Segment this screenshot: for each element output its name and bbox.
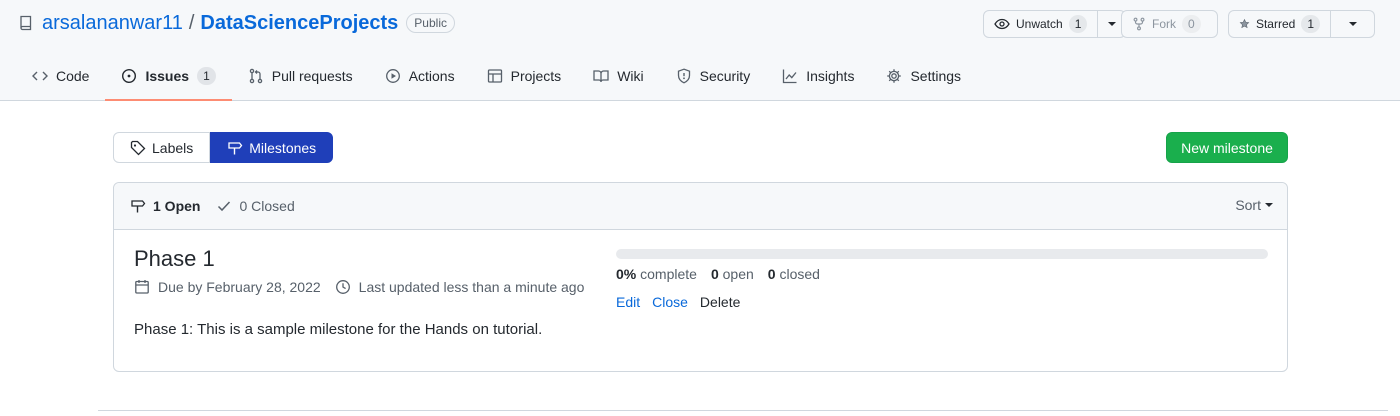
fork-button-group: Fork 0 bbox=[1121, 10, 1218, 38]
closed-label: closed bbox=[779, 266, 820, 282]
open-count-label: 1 Open bbox=[153, 198, 201, 214]
forks-count: 0 bbox=[1182, 15, 1201, 33]
star-lists-dropdown[interactable] bbox=[1331, 10, 1375, 38]
tab-label: Code bbox=[56, 68, 90, 84]
edit-milestone-link[interactable]: Edit bbox=[616, 294, 640, 310]
sort-label: Sort bbox=[1235, 197, 1261, 213]
star-button-group: Starred 1 bbox=[1228, 10, 1375, 38]
milestone-icon bbox=[228, 141, 243, 154]
last-updated-text: Last updated less than a minute ago bbox=[358, 279, 585, 295]
tab-wiki[interactable]: Wiki bbox=[577, 52, 659, 100]
closed-issues-count: 0 bbox=[767, 266, 776, 282]
open-milestones-filter[interactable]: 1 Open bbox=[130, 198, 200, 214]
milestone-last-updated: Last updated less than a minute ago bbox=[335, 279, 585, 295]
repo-forked-icon bbox=[1133, 17, 1145, 31]
milestone-actions: Edit Close Delete bbox=[616, 294, 740, 310]
clock-icon bbox=[335, 280, 350, 294]
tab-label: Projects bbox=[510, 68, 562, 84]
chevron-down-icon bbox=[1348, 22, 1357, 26]
milestone-meta: Due by February 28, 2022 Last updated le… bbox=[134, 279, 598, 295]
starred-label: Starred bbox=[1255, 17, 1296, 31]
milestones-label: Milestones bbox=[249, 139, 317, 156]
tab-label: Insights bbox=[806, 68, 855, 84]
shield-icon bbox=[677, 68, 690, 84]
issues-count: 1 bbox=[197, 67, 216, 85]
milestone-title[interactable]: Phase 1 bbox=[134, 246, 215, 272]
milestone-description: Phase 1: This is a sample milestone for … bbox=[134, 321, 543, 338]
milestones-list: 1 Open 0 Closed Sort Phase 1 Due by Febr… bbox=[113, 182, 1288, 372]
milestone-due-date: Due by February 28, 2022 bbox=[134, 279, 321, 295]
tab-label: Issues bbox=[145, 68, 190, 84]
labels-label: Labels bbox=[152, 139, 194, 156]
tab-label: Wiki bbox=[617, 68, 644, 84]
watch-button-group: Unwatch 1 bbox=[983, 10, 1127, 38]
watchers-count: 1 bbox=[1068, 15, 1088, 33]
repo-header: arsalananwar11 / DataScienceProjects Pub… bbox=[0, 0, 1400, 101]
star-icon bbox=[1239, 18, 1250, 29]
tab-settings[interactable]: Settings bbox=[870, 52, 977, 100]
tab-label: Actions bbox=[408, 68, 455, 84]
issue-opened-icon bbox=[122, 68, 137, 84]
git-pull-request-icon bbox=[249, 68, 262, 84]
percent-complete: 0% complete bbox=[616, 266, 697, 282]
tab-insights[interactable]: Insights bbox=[766, 52, 870, 100]
sort-dropdown[interactable]: Sort bbox=[1235, 197, 1273, 213]
repo-path-separator: / bbox=[188, 11, 195, 34]
new-milestone-button[interactable]: New milestone bbox=[1166, 132, 1288, 163]
visibility-badge: Public bbox=[406, 13, 455, 33]
labels-link[interactable]: Labels bbox=[113, 132, 211, 163]
tab-code[interactable]: Code bbox=[16, 52, 105, 100]
repo-icon bbox=[18, 15, 34, 31]
unwatch-label: Unwatch bbox=[1016, 17, 1063, 31]
repo-owner-link[interactable]: arsalananwar11 bbox=[42, 12, 183, 35]
fork-button[interactable]: Fork 0 bbox=[1121, 10, 1218, 38]
open-issues-stat[interactable]: 0 open bbox=[711, 266, 754, 282]
code-icon bbox=[32, 71, 48, 81]
close-milestone-link[interactable]: Close bbox=[652, 294, 688, 310]
open-label: open bbox=[722, 266, 754, 282]
milestones-filter-bar: 1 Open 0 Closed Sort bbox=[114, 183, 1287, 230]
milestone-stats: 0% complete 0 open 0 closed bbox=[616, 266, 820, 282]
milestone-progress-bar bbox=[616, 249, 1268, 259]
repo-name-link[interactable]: DataScienceProjects bbox=[200, 12, 398, 35]
complete-label: complete bbox=[640, 266, 697, 282]
milestone-icon bbox=[131, 200, 146, 213]
tab-label: Pull requests bbox=[271, 68, 353, 84]
due-date-text: Due by February 28, 2022 bbox=[158, 279, 321, 295]
tab-label: Settings bbox=[910, 68, 962, 84]
percent-value: 0% bbox=[616, 266, 637, 282]
tab-actions[interactable]: Actions bbox=[369, 52, 471, 100]
eye-icon bbox=[994, 18, 1010, 30]
chevron-down-icon bbox=[1107, 22, 1116, 26]
starred-button[interactable]: Starred 1 bbox=[1228, 10, 1331, 38]
labels-milestones-subnav: Labels Milestones bbox=[113, 132, 334, 163]
book-icon bbox=[593, 70, 609, 83]
tab-issues[interactable]: Issues 1 bbox=[105, 52, 233, 101]
tab-security[interactable]: Security bbox=[660, 52, 767, 100]
repo-nav-tabs: Code Issues 1 Pull requests Actions Proj… bbox=[16, 52, 977, 101]
gear-icon bbox=[887, 69, 902, 83]
tab-projects[interactable]: Projects bbox=[471, 52, 578, 100]
stars-count: 1 bbox=[1301, 15, 1320, 33]
delete-milestone-button[interactable]: Delete bbox=[700, 294, 740, 310]
milestones-link[interactable]: Milestones bbox=[210, 132, 334, 163]
calendar-icon bbox=[135, 280, 149, 294]
open-issues-count: 0 bbox=[710, 266, 719, 282]
closed-issues-stat[interactable]: 0 closed bbox=[768, 266, 820, 282]
tab-label: Security bbox=[699, 68, 751, 84]
tag-icon bbox=[130, 140, 146, 155]
play-icon bbox=[385, 69, 400, 83]
closed-count-label: 0 Closed bbox=[239, 198, 295, 214]
unwatch-button[interactable]: Unwatch 1 bbox=[983, 10, 1099, 38]
check-icon bbox=[218, 201, 231, 212]
table-icon bbox=[487, 69, 502, 83]
graph-icon bbox=[783, 69, 797, 84]
fork-label: Fork bbox=[1152, 17, 1176, 31]
chevron-down-icon bbox=[1265, 203, 1273, 207]
closed-milestones-filter[interactable]: 0 Closed bbox=[216, 198, 295, 214]
repo-title: arsalananwar11 / DataScienceProjects Pub… bbox=[18, 11, 455, 35]
footer-divider bbox=[98, 410, 1388, 411]
tab-pull-requests[interactable]: Pull requests bbox=[232, 52, 369, 100]
